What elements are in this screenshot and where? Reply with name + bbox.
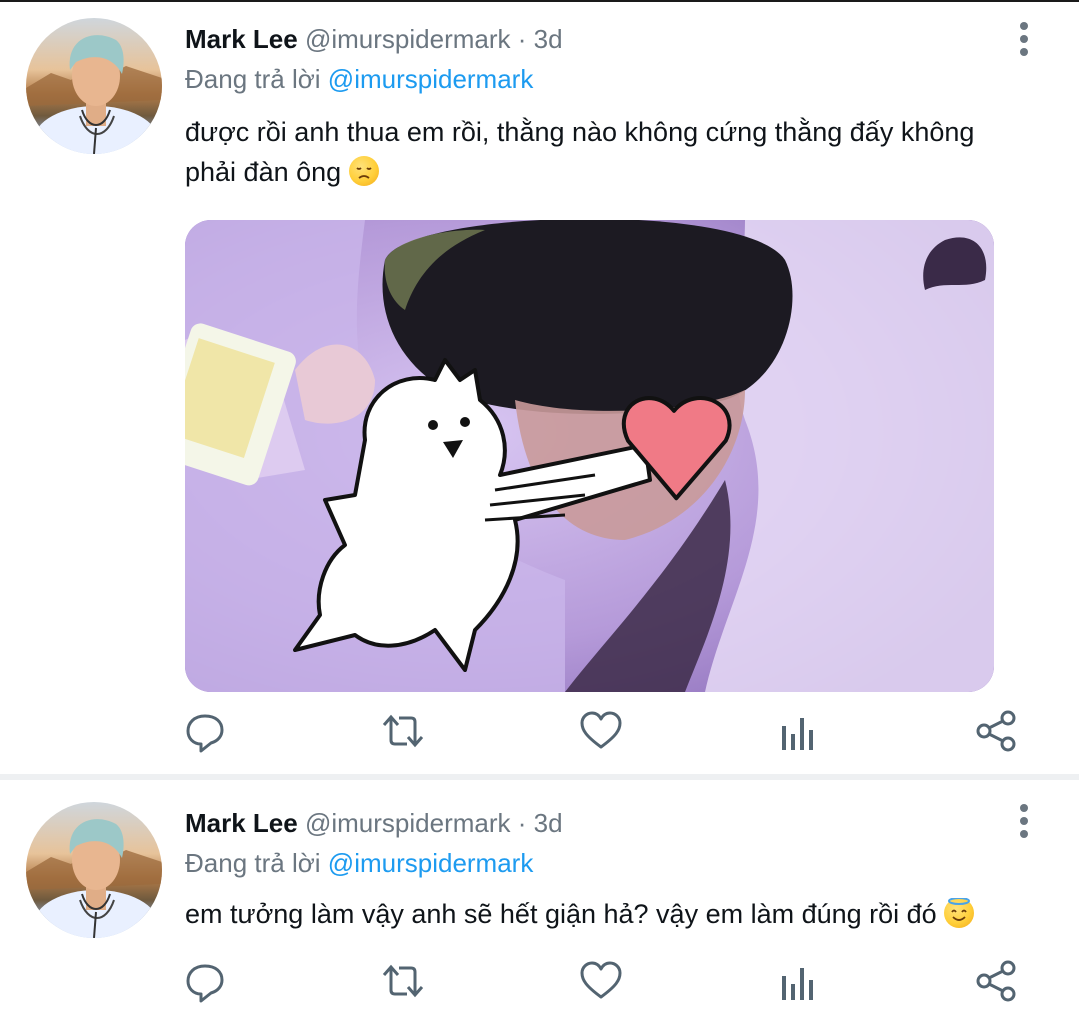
like-icon[interactable] <box>576 956 626 1006</box>
tweet[interactable]: Mark Lee @imurspidermark · 3d Đang trả l… <box>0 2 1079 774</box>
tweet-header: Mark Lee @imurspidermark · 3d <box>185 808 563 848</box>
tweet-text-content: em tưởng làm vậy anh sẽ hết giận hả? vậy… <box>185 899 937 929</box>
disappointed-face-icon <box>348 156 379 186</box>
share-icon[interactable] <box>972 956 1022 1006</box>
timestamp[interactable]: 3d <box>534 808 563 838</box>
author-handle[interactable]: @imurspidermark <box>305 24 511 54</box>
replying-to-handle[interactable]: @imurspidermark <box>328 64 534 94</box>
replying-to: Đang trả lời @imurspidermark <box>185 848 533 879</box>
replying-to-handle[interactable]: @imurspidermark <box>328 848 534 878</box>
smiling-face-with-halo-icon <box>944 898 975 928</box>
author-handle[interactable]: @imurspidermark <box>305 808 511 838</box>
replying-to-label: Đang trả lời <box>185 64 321 94</box>
more-options-icon[interactable] <box>1012 20 1036 60</box>
reply-icon[interactable] <box>180 956 230 1006</box>
retweet-icon[interactable] <box>378 956 428 1006</box>
tweet-text: em tưởng làm vậy anh sẽ hết giận hả? vậy… <box>185 894 1015 934</box>
author-name[interactable]: Mark Lee <box>185 808 298 838</box>
share-icon[interactable] <box>972 706 1022 756</box>
retweet-icon[interactable] <box>378 706 428 756</box>
replying-to: Đang trả lời @imurspidermark <box>185 64 533 95</box>
tweet-actions <box>0 956 1079 1016</box>
separator-dot: · <box>517 24 527 54</box>
timestamp[interactable]: 3d <box>534 24 563 54</box>
separator-dot: · <box>517 808 527 838</box>
tweet[interactable]: Mark Lee @imurspidermark · 3d Đang trả l… <box>0 780 1079 1022</box>
analytics-icon[interactable] <box>774 956 824 1006</box>
tweet-text: được rồi anh thua em rồi, thằng nào khôn… <box>185 112 1015 192</box>
tweet-actions <box>0 706 1079 766</box>
author-name[interactable]: Mark Lee <box>185 24 298 54</box>
tweet-photo[interactable] <box>185 220 994 692</box>
analytics-icon[interactable] <box>774 706 824 756</box>
avatar[interactable] <box>26 18 162 154</box>
replying-to-label: Đang trả lời <box>185 848 321 878</box>
reply-icon[interactable] <box>180 706 230 756</box>
tweet-text-content: được rồi anh thua em rồi, thằng nào khôn… <box>185 117 975 187</box>
avatar[interactable] <box>26 802 162 938</box>
more-options-icon[interactable] <box>1012 802 1036 842</box>
tweet-header: Mark Lee @imurspidermark · 3d <box>185 24 563 64</box>
like-icon[interactable] <box>576 706 626 756</box>
